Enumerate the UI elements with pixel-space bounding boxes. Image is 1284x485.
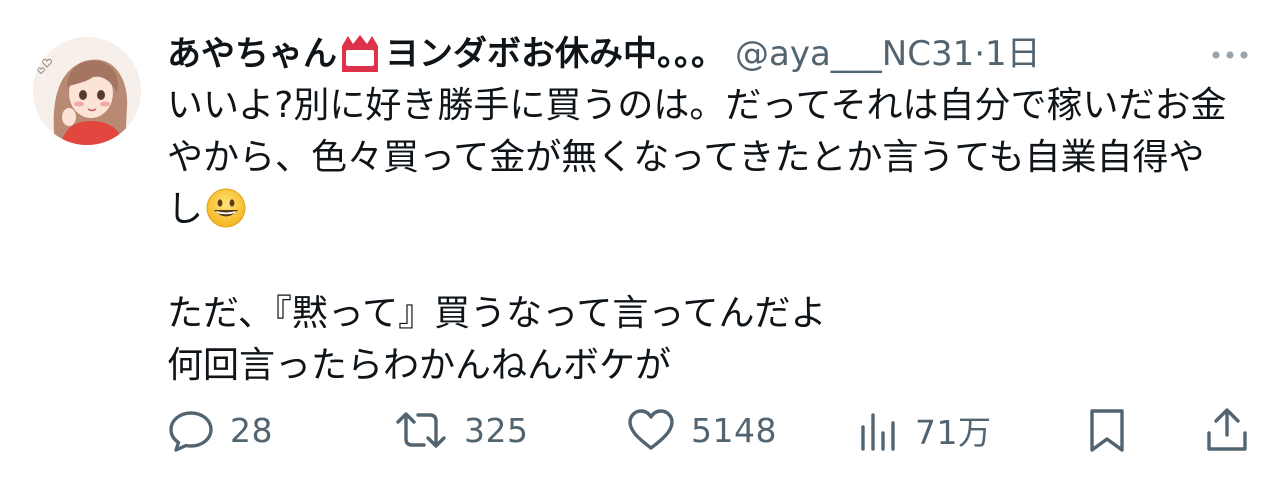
reply-count: 28 xyxy=(230,410,273,450)
share-button[interactable] xyxy=(1204,400,1250,460)
avatar-illustration xyxy=(33,37,141,145)
reply-button[interactable]: 28 xyxy=(166,400,273,460)
bookmark-icon xyxy=(1090,409,1124,452)
tweet-actions: 28 325 5148 71万 xyxy=(0,400,1284,460)
tweet-text-line: やから、色々買って金が無くなってきたとか言うても自業自得や xyxy=(167,137,1205,178)
tweet-text-line: 何回言ったらわかんねんボケが xyxy=(167,345,672,386)
meta-separator: · xyxy=(974,34,986,74)
display-name[interactable]: あやちゃん ヨンダボお休み中。。。 xyxy=(167,26,725,82)
tweet-card[interactable]: あやちゃん ヨンダボお休み中。。。 @aya___NC31 · 1日 いいよ?別… xyxy=(0,0,1284,485)
analytics-icon xyxy=(861,413,895,451)
reply-icon xyxy=(169,411,213,452)
avatar[interactable] xyxy=(33,37,141,145)
tweet-text-line: いいよ?別に好き勝手に買うのは。だってそれは自分で稼いだお金 xyxy=(167,85,1227,126)
user-handle[interactable]: @aya___NC31 xyxy=(735,26,974,82)
heart-icon xyxy=(628,409,674,450)
bookmark-button[interactable] xyxy=(1087,400,1127,460)
display-name-suffix: ヨンダボお休み中。。。 xyxy=(385,34,725,74)
tweet-text-line: ただ、『黙って』買うなって言ってんだよ xyxy=(167,293,827,334)
tweet-timestamp[interactable]: 1日 xyxy=(985,26,1041,82)
tweet-text-line: し xyxy=(167,184,1257,236)
more-horizontal-icon xyxy=(1212,51,1248,59)
more-options-button[interactable] xyxy=(1208,40,1252,70)
grinning-face-emoji xyxy=(206,188,246,228)
name-badge-emoji xyxy=(342,35,378,72)
share-icon xyxy=(1207,408,1247,451)
views-button[interactable]: 71万 xyxy=(857,400,992,460)
display-name-text: あやちゃん xyxy=(167,34,337,74)
view-count: 71万 xyxy=(915,413,992,452)
retweet-icon xyxy=(396,412,446,448)
tweet-text-fragment: し xyxy=(167,189,204,230)
like-button[interactable]: 5148 xyxy=(625,400,777,460)
retweet-count: 325 xyxy=(464,410,529,450)
retweet-button[interactable]: 325 xyxy=(392,400,529,460)
tweet-header: あやちゃん ヨンダボお休み中。。。 @aya___NC31 · 1日 xyxy=(167,26,1041,82)
like-count: 5148 xyxy=(691,410,777,450)
tweet-text: いいよ?別に好き勝手に買うのは。だってそれは自分で稼いだお金 やから、色々買って… xyxy=(167,80,1257,392)
